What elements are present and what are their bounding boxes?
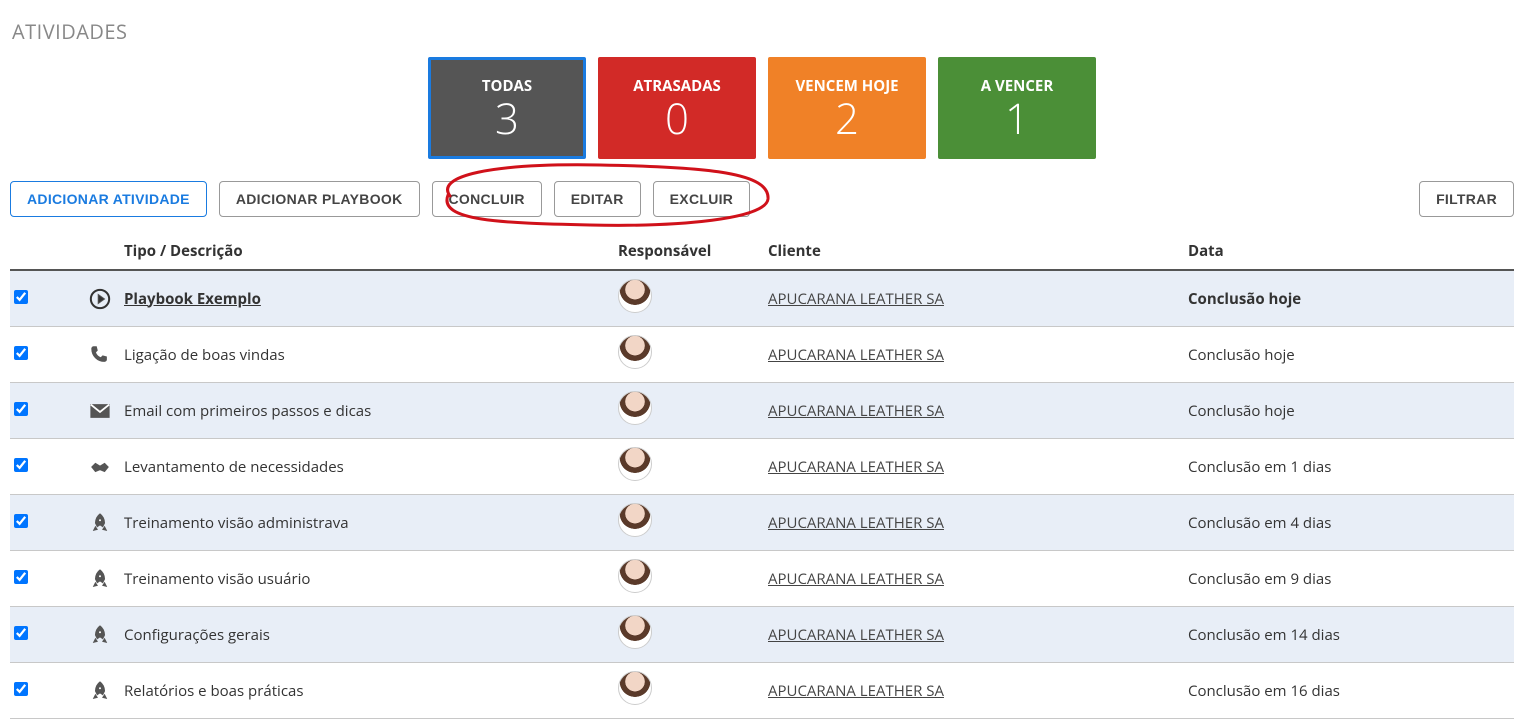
toolbar: ADICIONAR ATIVIDADE ADICIONAR PLAYBOOK C… [10,181,1514,217]
row-date: Conclusão em 4 dias [1184,495,1514,551]
row-checkbox[interactable] [14,514,28,528]
row-date: Conclusão em 16 dias [1184,663,1514,719]
row-checkbox[interactable] [14,682,28,696]
table-row: Treinamento visão usuário APUCARANA LEATH… [10,551,1514,607]
client-link[interactable]: APUCARANA LEATHER SA [768,513,944,533]
table-row: Relatórios e boas práticas APUCARANA LEAT… [10,663,1514,719]
row-date: Conclusão em 14 dias [1184,607,1514,663]
row-description: Ligação de boas vindas [124,345,285,365]
add-playbook-button[interactable]: ADICIONAR PLAYBOOK [219,181,420,217]
card-all[interactable]: TODAS 3 [428,57,586,159]
delete-button[interactable]: EXCLUIR [653,181,751,217]
conclude-button[interactable]: CONCLUIR [432,181,542,217]
table-row: Levantamento de necessidades APUCARANA LE… [10,439,1514,495]
card-late-value: 0 [665,98,689,140]
row-description: Relatórios e boas práticas [124,681,304,701]
client-link[interactable]: APUCARANA LEATHER SA [768,401,944,421]
rocket-icon [80,663,120,719]
rocket-icon [80,551,120,607]
status-cards: TODAS 3 ATRASADAS 0 VENCEM HOJE 2 A VENC… [10,57,1514,159]
client-link[interactable]: APUCARANA LEATHER SA [768,569,944,589]
play-icon [80,270,120,327]
row-checkbox[interactable] [14,570,28,584]
client-link[interactable]: APUCARANA LEATHER SA [768,681,944,701]
client-link[interactable]: APUCARANA LEATHER SA [768,457,944,477]
rocket-icon [80,607,120,663]
client-link[interactable]: APUCARANA LEATHER SA [768,345,944,365]
row-description-link[interactable]: Playbook Exemplo [124,289,261,309]
table-row: Treinamento visão administrava APUCARANA … [10,495,1514,551]
card-future[interactable]: A VENCER 1 [938,57,1096,159]
avatar [618,559,652,593]
avatar [618,335,652,369]
row-checkbox[interactable] [14,626,28,640]
card-all-value: 3 [495,98,519,140]
col-header-date: Data [1184,235,1514,270]
row-checkbox[interactable] [14,402,28,416]
card-today-value: 2 [835,98,859,140]
table-row: Configurações gerais APUCARANA LEATHER SA… [10,607,1514,663]
row-date: Conclusão em 1 dias [1184,439,1514,495]
card-future-value: 1 [1005,98,1029,140]
edit-button[interactable]: EDITAR [554,181,641,217]
row-date: Conclusão hoje [1184,327,1514,383]
col-header-type: Tipo / Descrição [120,235,614,270]
avatar [618,279,652,313]
card-late[interactable]: ATRASADAS 0 [598,57,756,159]
row-date: Conclusão hoje [1184,270,1514,327]
col-header-resp: Responsável [614,235,764,270]
avatar [618,391,652,425]
rocket-icon [80,495,120,551]
table-row: Ligação de boas vindas APUCARANA LEATHER … [10,327,1514,383]
activities-table: Tipo / Descrição Responsável Cliente Dat… [10,235,1514,719]
avatar [618,447,652,481]
table-row: Email com primeiros passos e dicas APUCAR… [10,383,1514,439]
row-date: Conclusão em 9 dias [1184,551,1514,607]
avatar [618,503,652,537]
row-description: Treinamento visão administrava [124,513,349,533]
row-checkbox[interactable] [14,458,28,472]
mail-icon [80,383,120,439]
handshake-icon [80,439,120,495]
row-description: Email com primeiros passos e dicas [124,401,371,421]
card-today[interactable]: VENCEM HOJE 2 [768,57,926,159]
col-header-client: Cliente [764,235,1184,270]
table-row: Playbook Exemplo APUCARANA LEATHER SA Conc… [10,270,1514,327]
avatar [618,615,652,649]
page-title: ATIVIDADES [12,18,1514,45]
phone-icon [80,327,120,383]
row-checkbox[interactable] [14,346,28,360]
avatar [618,671,652,705]
row-date: Conclusão hoje [1184,383,1514,439]
add-activity-button[interactable]: ADICIONAR ATIVIDADE [10,181,207,217]
row-description: Configurações gerais [124,625,270,645]
row-checkbox[interactable] [14,290,28,304]
filter-button[interactable]: FILTRAR [1419,181,1514,217]
client-link[interactable]: APUCARANA LEATHER SA [768,625,944,645]
row-description: Levantamento de necessidades [124,457,344,477]
client-link[interactable]: APUCARANA LEATHER SA [768,289,944,309]
row-description: Treinamento visão usuário [124,569,310,589]
